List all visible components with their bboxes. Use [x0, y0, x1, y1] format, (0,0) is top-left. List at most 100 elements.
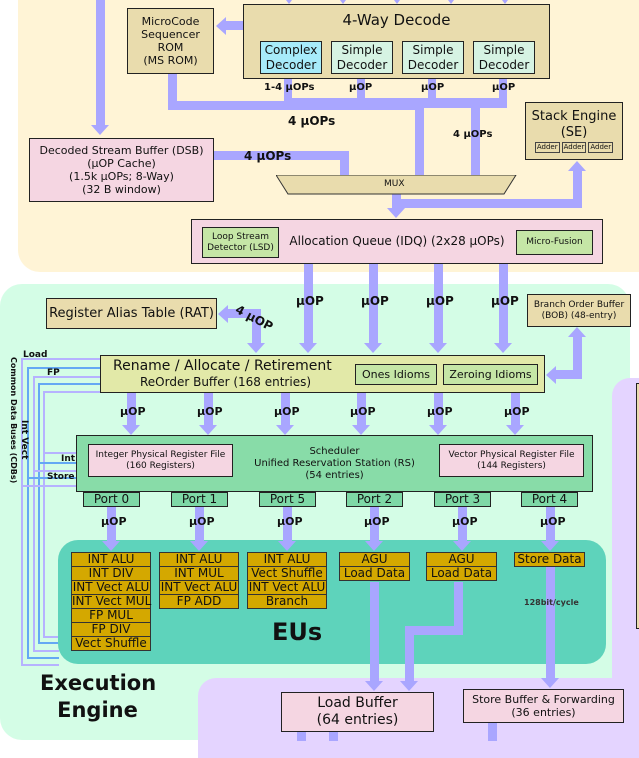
rob-output-label: µOP [274, 405, 300, 418]
arrow-head [190, 541, 208, 551]
eu-unit: AGU [339, 552, 410, 567]
port-output-label: µOP [540, 515, 566, 528]
arrow-decode-to-msrom [225, 21, 245, 30]
idq-output-label: µOP [296, 294, 324, 308]
eu-unit: Load Data [339, 566, 410, 581]
allocation-queue: Allocation Queue (IDQ) (2x28 µOPs) Loop … [191, 219, 603, 264]
cdb-title: Common Data Buses (CDBs) [9, 357, 18, 484]
arrow-mux-to-se-v [573, 170, 582, 208]
vec-prf-line: (144 Registers) [477, 460, 546, 471]
arrow-head [365, 681, 383, 691]
arrow-head [276, 425, 294, 435]
eu-unit: INT Vect ALU [247, 580, 327, 595]
cdb-to-eu [38, 642, 59, 644]
simple-decoder-3: Simple Decoder [473, 41, 535, 74]
reorder-buffer: Rename / Allocate / Retirement ReOrder B… [100, 355, 545, 393]
cdb-fp-line [33, 376, 101, 378]
idq-output-label: µOP [426, 294, 454, 308]
decode-output-label: 1-4 µOPs [264, 82, 315, 93]
scheduler-line: (54 entries) [305, 469, 364, 481]
arrow-to-dsb [96, 0, 105, 126]
eu-unit: INT DIV [71, 566, 151, 581]
cdb-line [38, 383, 101, 385]
arrow-head [429, 343, 447, 353]
cdb-to-eu [33, 650, 59, 652]
port-label: Port 2 [356, 492, 393, 507]
port-output-label: µOP [452, 515, 478, 528]
execution-engine-title-line: Engine [57, 698, 138, 722]
load-buffer: Load Buffer (64 entries) [281, 692, 434, 732]
arrow-load-to-loadbuffer-v [405, 626, 414, 682]
cdb-line [38, 383, 40, 642]
micro-fusion-label: Micro-Fusion [526, 237, 583, 248]
simple-decoder-2: Simple Decoder [402, 41, 464, 74]
dsb-line: (32 B window) [82, 183, 161, 197]
rob-line2: ReOrder Buffer (168 entries) [140, 375, 312, 389]
store-buffer: Store Buffer & Forwarding (36 entries) [463, 689, 624, 723]
eu-unit: FP MUL [71, 608, 151, 623]
rat-title: Register Alias Table (RAT) [49, 305, 214, 321]
eus-title: EUs [272, 618, 323, 646]
arrow-store-to-storebuffer [546, 567, 555, 679]
arrow-head [546, 366, 556, 384]
four-way-decode: 4-Way Decode Complex Decoder Simple Deco… [243, 4, 550, 79]
eu-column-port5: INT ALU Vect Shuffle INT Vect ALU Branch [247, 552, 327, 609]
arrow-head [541, 541, 559, 551]
decoder-label: Simple [412, 43, 454, 58]
eu-unit: INT Vect MUL [71, 594, 152, 609]
arrow-head [568, 161, 586, 171]
adder: Adder [561, 142, 587, 153]
port-0: Port 0 [83, 492, 140, 507]
port-output-label: µOP [101, 515, 127, 528]
decoder-label: Complex [264, 43, 318, 58]
arrow-head [278, 541, 296, 551]
scheduler-line: Scheduler [309, 445, 360, 457]
arrow-head [541, 678, 559, 688]
cdb-to-rs [21, 485, 76, 487]
cdb-fp-line [33, 376, 35, 650]
rob-output-label: µOP [120, 405, 146, 418]
cdb-load-label: Load [23, 350, 48, 360]
register-alias-table: Register Alias Table (RAT) [46, 298, 217, 329]
msrom-to-mux-label: 4 µOPs [288, 114, 336, 128]
cdb-line [27, 367, 101, 369]
arrow-head [299, 343, 317, 353]
decoder-label: Decoder [265, 57, 317, 72]
eu-unit: AGU [426, 552, 497, 567]
dsb-line: (µOP Cache) [87, 156, 156, 170]
port-label: Port 0 [93, 492, 130, 507]
arrow-load-to-loadbuffer [370, 582, 379, 682]
rob-output-label: µOP [350, 405, 376, 418]
arrow-head [453, 541, 471, 551]
arrow-head [494, 343, 512, 353]
port-label: Port 3 [444, 492, 481, 507]
eu-unit: INT Vect ALU [159, 580, 239, 595]
arrow-mux-to-se [400, 199, 582, 208]
decoded-stream-buffer: Decoded Stream Buffer (DSB) (µOP Cache) … [29, 138, 214, 202]
cdb-int-vect-label: Int Vect [19, 420, 29, 460]
decode-output-label: µOP [349, 82, 373, 93]
arrow-head [400, 681, 418, 691]
port-5: Port 5 [259, 492, 316, 507]
port-label: Port 1 [181, 492, 218, 507]
eu-unit: Store Data [514, 552, 585, 567]
cdb-intvect-line [43, 391, 101, 393]
decode-title: 4-Way Decode [342, 11, 451, 29]
lsd-line: Loop Stream [211, 231, 269, 242]
branch-order-buffer: Branch Order Buffer (BOB) (48-entry) [527, 294, 631, 327]
port-output-label: µOP [189, 515, 215, 528]
ones-idioms: Ones Idioms [355, 364, 437, 385]
eu-unit: Vect Shuffle [247, 566, 327, 581]
arrow-head [387, 208, 405, 218]
decoder-label: Decoder [336, 57, 388, 72]
port-output-label: µOP [277, 515, 303, 528]
load-buffer-line: Load Buffer [317, 695, 398, 712]
rob-line1: Rename / Allocate / Retirement [113, 358, 332, 374]
eu-unit: INT ALU [159, 552, 239, 567]
stack-engine-line: (SE) [560, 124, 588, 140]
decoder-label: Decoder [407, 57, 459, 72]
int-prf-line: (160 Registers) [126, 460, 195, 471]
arrow-head [429, 425, 447, 435]
cdb-load-line [21, 358, 23, 664]
ones-idioms-label: Ones Idioms [361, 367, 431, 381]
